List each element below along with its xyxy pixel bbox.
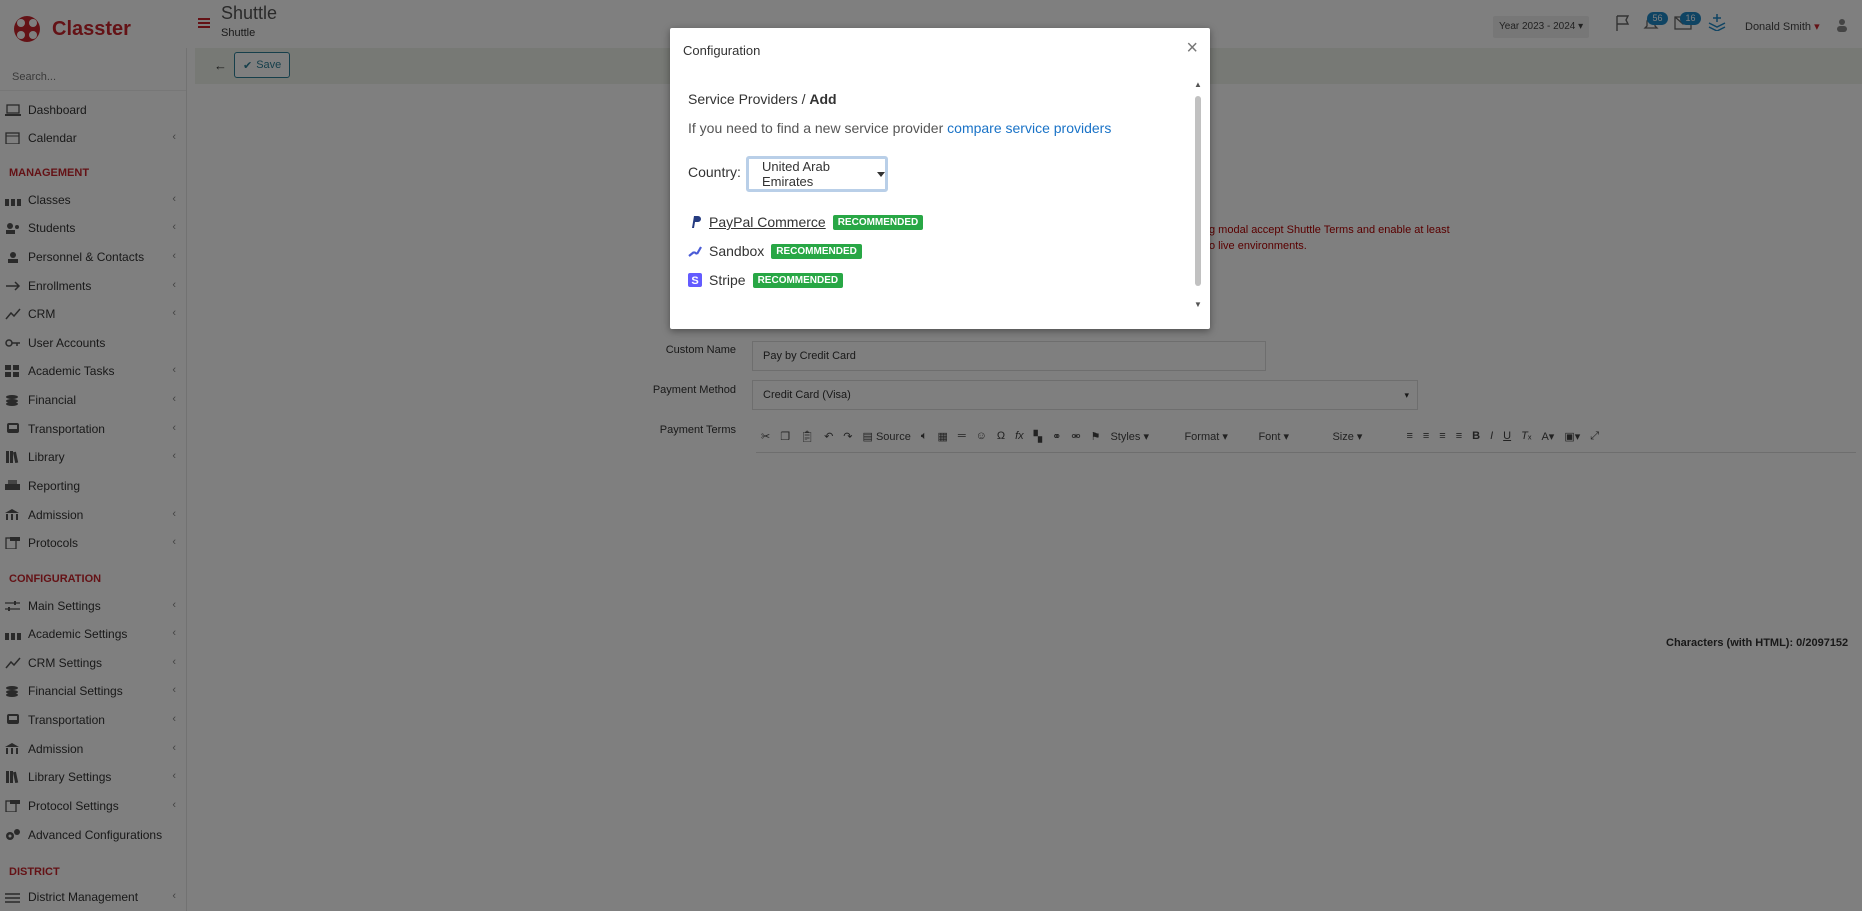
recommended-badge: RECOMMENDED — [771, 243, 862, 259]
stripe-icon: S — [688, 273, 702, 287]
sandbox-icon — [688, 244, 702, 258]
provider-stripe[interactable]: S Stripe RECOMMENDED — [688, 270, 844, 290]
country-value: United Arab Emirates — [762, 159, 830, 189]
provider-name: Sandbox — [709, 243, 765, 259]
country-dropdown[interactable]: United Arab Emirates — [746, 156, 888, 192]
hint-text: If you need to find a new service provid… — [688, 120, 944, 136]
scroll-down-icon[interactable]: ▼ — [1194, 300, 1202, 309]
provider-paypal[interactable]: PayPal Commerce RECOMMENDED — [688, 212, 924, 232]
paypal-icon — [688, 215, 702, 229]
provider-sandbox[interactable]: Sandbox RECOMMENDED — [688, 241, 862, 261]
recommended-badge: RECOMMENDED — [832, 214, 924, 230]
country-label: Country: — [688, 164, 741, 180]
modal-scrollbar[interactable]: ▲ ▼ — [1194, 80, 1202, 312]
svg-text:S: S — [691, 275, 698, 287]
breadcrumb: Service Providers / Add — [688, 91, 837, 107]
compare-providers-link[interactable]: compare service providers — [947, 120, 1111, 136]
provider-name: Stripe — [709, 272, 746, 288]
caret-down-icon — [877, 171, 885, 177]
provider-hint: If you need to find a new service provid… — [688, 120, 1111, 136]
breadcrumb-parent: Service Providers — [688, 91, 798, 107]
scroll-up-icon[interactable]: ▲ — [1194, 80, 1202, 89]
close-icon[interactable]: × — [1186, 37, 1198, 60]
configuration-modal: Configuration × Service Providers / Add … — [670, 28, 1210, 329]
scrollbar-thumb[interactable] — [1195, 96, 1201, 286]
breadcrumb-current: Add — [809, 91, 837, 107]
modal-title: Configuration — [683, 43, 761, 58]
breadcrumb-separator: / — [801, 91, 806, 107]
provider-name: PayPal Commerce — [709, 214, 826, 230]
recommended-badge: RECOMMENDED — [752, 272, 844, 288]
